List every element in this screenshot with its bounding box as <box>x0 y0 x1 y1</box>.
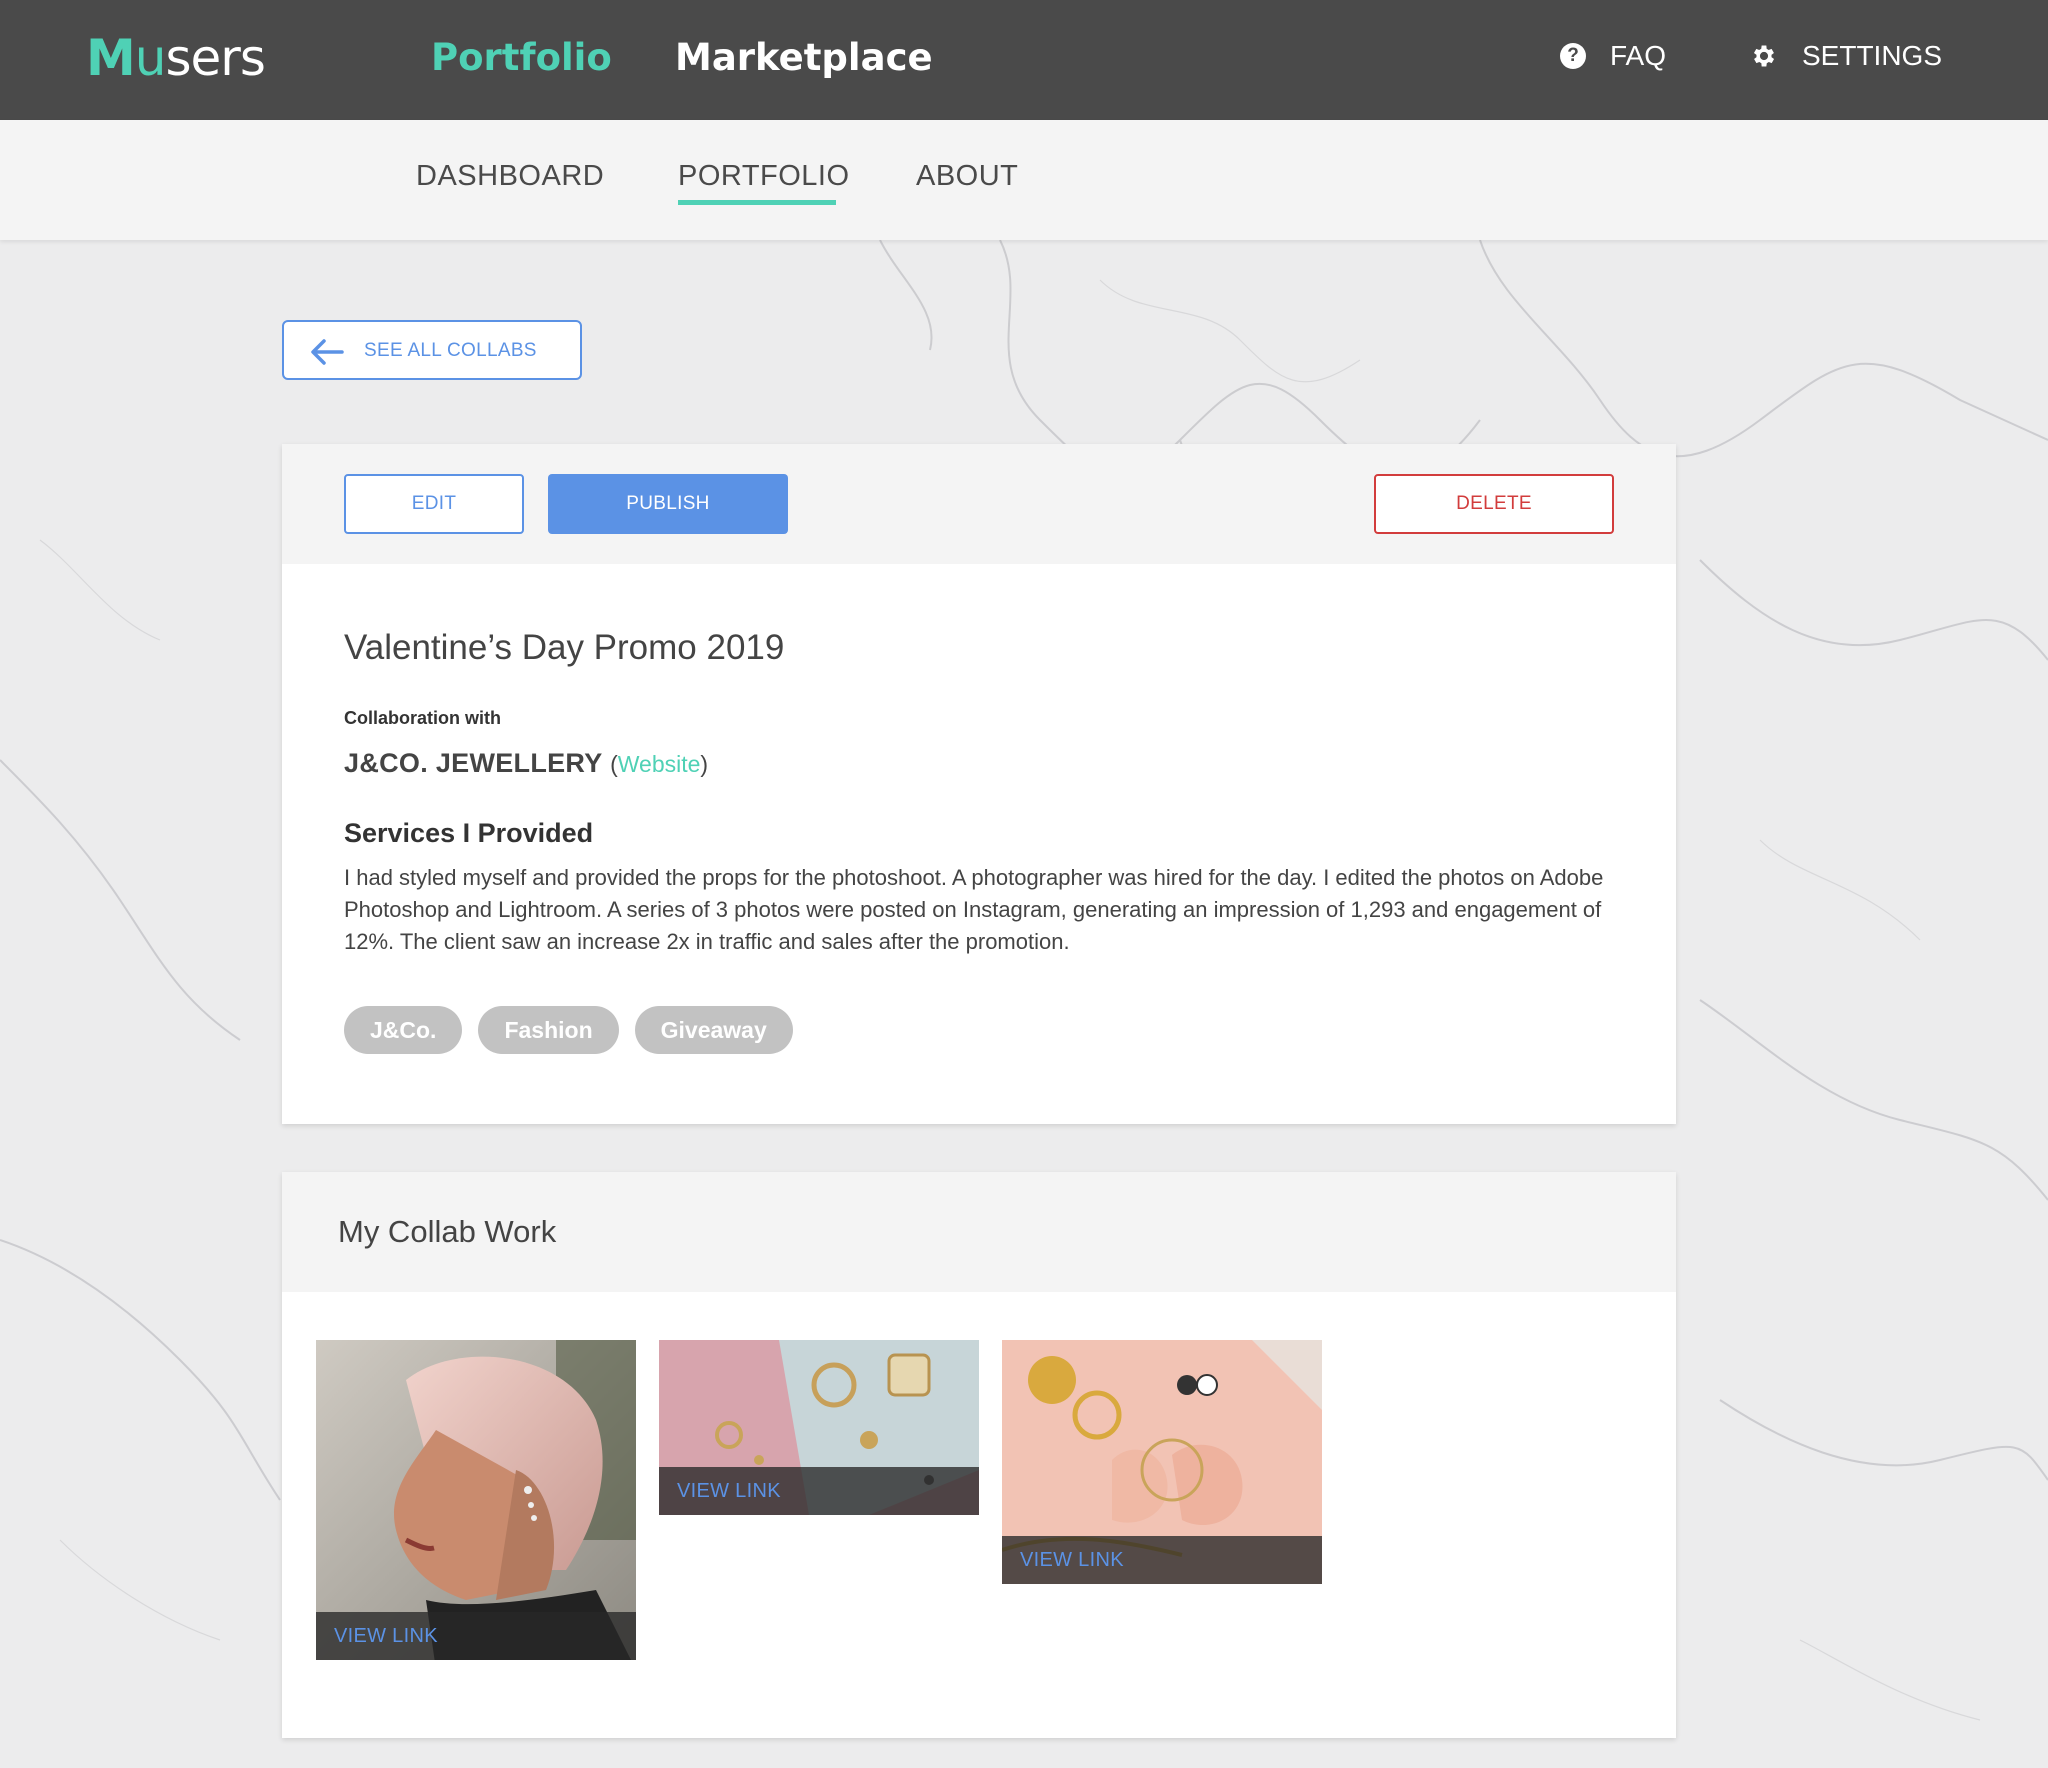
settings-link[interactable]: SETTINGS <box>1750 40 1942 72</box>
help-icon: ? <box>1560 43 1586 69</box>
musers-logo[interactable]: Mu sers <box>86 26 266 90</box>
collaboration-with-label: Collaboration with <box>344 708 501 728</box>
arrow-left-icon <box>311 339 344 365</box>
active-tab-indicator <box>678 200 836 205</box>
tag-jco[interactable]: J&Co. <box>344 1006 463 1054</box>
collab-work-title: My Collab Work <box>338 1214 557 1249</box>
collab-details-card: EDIT PUBLISH DELETE Valentine’s Day Prom… <box>282 444 1676 1124</box>
see-all-collabs-button[interactable]: SEE ALL COLLABS <box>282 320 582 380</box>
see-all-collabs-label: SEE ALL COLLABS <box>364 340 537 361</box>
close-paren: ) <box>700 751 709 777</box>
topnav-portfolio-link[interactable]: Portfolio <box>431 36 612 79</box>
view-link-button[interactable]: VIEW LINK <box>1002 1536 1322 1584</box>
faq-label: FAQ <box>1610 40 1667 71</box>
view-link-button[interactable]: VIEW LINK <box>659 1467 979 1515</box>
settings-label: SETTINGS <box>1802 40 1943 71</box>
top-navigation-bar: Mu sers Portfolio Marketplace ? FAQ SETTI… <box>0 0 2048 120</box>
collab-title: Valentine’s Day Promo 2019 <box>344 628 785 667</box>
edit-button[interactable]: EDIT <box>344 474 524 534</box>
logo-text-rest: sers <box>165 29 265 87</box>
collab-brand-line: J&CO. JEWELLERY (Website) <box>344 748 708 779</box>
tab-portfolio[interactable]: PORTFOLIO <box>678 160 850 193</box>
open-paren: ( <box>610 751 618 777</box>
logo-letter-m: M <box>86 29 136 87</box>
tag-list: J&Co. Fashion Giveaway <box>344 1006 793 1054</box>
tab-dashboard[interactable]: DASHBOARD <box>416 160 604 193</box>
publish-button[interactable]: PUBLISH <box>548 474 788 534</box>
services-heading: Services I Provided <box>344 818 594 848</box>
services-description: I had styled myself and provided the pro… <box>344 865 1604 954</box>
faq-link[interactable]: ? FAQ <box>1560 40 1666 72</box>
website-link[interactable]: Website <box>618 751 701 777</box>
gear-icon <box>1753 45 1775 67</box>
collab-work-header: My Collab Work <box>282 1172 1676 1292</box>
sub-navigation-bar: DASHBOARD PORTFOLIO ABOUT <box>0 120 2048 240</box>
work-thumbnail[interactable]: VIEW LINK <box>659 1340 979 1515</box>
work-thumbnail[interactable]: VIEW LINK <box>316 1340 636 1660</box>
collab-actions-bar: EDIT PUBLISH DELETE <box>282 444 1676 564</box>
tab-about[interactable]: ABOUT <box>916 160 1018 193</box>
delete-button[interactable]: DELETE <box>1374 474 1614 534</box>
logo-letter-u: u <box>134 29 167 87</box>
brand-name: J&CO. JEWELLERY <box>344 748 603 778</box>
topnav-marketplace-link[interactable]: Marketplace <box>675 36 933 79</box>
view-link-button[interactable]: VIEW LINK <box>316 1612 636 1660</box>
collab-work-card: My Collab Work VIEW LINK VIEW LINK VIEW … <box>282 1172 1676 1738</box>
tag-giveaway[interactable]: Giveaway <box>634 1006 793 1054</box>
tag-fashion[interactable]: Fashion <box>478 1006 619 1054</box>
work-thumbnail[interactable]: VIEW LINK <box>1002 1340 1322 1584</box>
